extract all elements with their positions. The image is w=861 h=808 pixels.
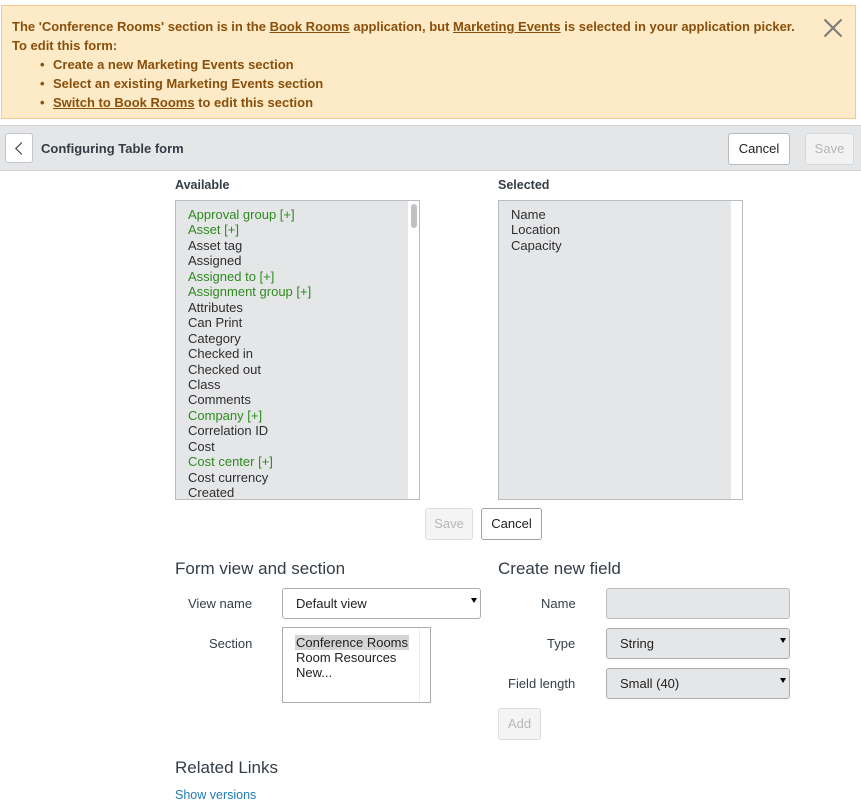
available-field-option[interactable]: Cost bbox=[188, 439, 311, 454]
back-button[interactable] bbox=[5, 133, 33, 163]
book-rooms-link[interactable]: Book Rooms bbox=[270, 19, 350, 34]
selected-field-option[interactable]: Location bbox=[511, 222, 562, 237]
available-field-option[interactable]: Approval group [+] bbox=[188, 207, 311, 222]
slushbucket-cancel-button[interactable]: Cancel bbox=[481, 508, 542, 540]
available-field-option[interactable]: Checked in bbox=[188, 346, 311, 361]
field-length-value: Small (40) bbox=[620, 676, 680, 691]
selected-fields-list[interactable]: Name Location Capacity bbox=[498, 200, 743, 500]
name-label: Name bbox=[541, 596, 576, 611]
available-field-option[interactable]: Cost currency bbox=[188, 470, 311, 485]
available-scrollbar[interactable] bbox=[408, 201, 419, 499]
banner-option-select: Select an existing Marketing Events sect… bbox=[40, 74, 812, 93]
available-field-option[interactable]: Class bbox=[188, 377, 311, 392]
view-name-select[interactable]: Default view bbox=[282, 588, 481, 619]
banner-option-switch: Switch to Book Rooms to edit this sectio… bbox=[40, 93, 812, 112]
available-field-option[interactable]: Category bbox=[188, 331, 311, 346]
section-option[interactable]: Room Resources bbox=[295, 650, 397, 665]
close-icon[interactable] bbox=[821, 16, 845, 40]
warning-banner: The 'Conference Rooms' section is in the… bbox=[1, 5, 856, 119]
create-field-heading: Create new field bbox=[498, 559, 621, 578]
form-header: Configuring Table form Cancel Save bbox=[0, 125, 861, 171]
available-fields-list[interactable]: Approval group [+] Asset [+] Asset tag Assi… bbox=[175, 200, 420, 500]
type-label: Type bbox=[547, 636, 576, 651]
marketing-events-link[interactable]: Marketing Events bbox=[453, 19, 561, 34]
section-label: Section bbox=[209, 636, 253, 651]
available-items: Approval group [+] Asset [+] Asset tag Assi… bbox=[188, 207, 311, 499]
type-value: String bbox=[620, 636, 654, 651]
banner-text-middle: application, but bbox=[349, 19, 454, 34]
available-field-option[interactable]: Asset tag bbox=[188, 238, 311, 253]
selected-label: Selected bbox=[498, 178, 550, 192]
page-title: Configuring Table form bbox=[41, 141, 184, 156]
view-name-value: Default view bbox=[296, 596, 367, 611]
header-save-button[interactable]: Save bbox=[805, 133, 854, 165]
view-name-label: View name bbox=[188, 596, 253, 611]
dropdown-arrow-icon bbox=[780, 638, 786, 643]
add-field-button[interactable]: Add bbox=[498, 708, 541, 740]
show-versions-link[interactable]: Show versions bbox=[175, 788, 256, 802]
available-field-option[interactable]: Can Print bbox=[188, 315, 311, 330]
selected-scrollbar[interactable] bbox=[731, 201, 742, 499]
available-field-option[interactable]: Comments bbox=[188, 392, 311, 407]
banner-options-list: Create a new Marketing Events section Se… bbox=[12, 55, 812, 112]
available-field-option[interactable]: Assignment group [+] bbox=[188, 284, 311, 299]
available-field-option[interactable]: Correlation ID bbox=[188, 423, 311, 438]
field-length-select[interactable]: Small (40) bbox=[606, 668, 790, 699]
section-option[interactable]: Conference Rooms bbox=[295, 635, 409, 650]
slushbucket-save-button[interactable]: Save bbox=[425, 508, 473, 540]
available-field-option[interactable]: Created bbox=[188, 485, 311, 499]
switch-to-book-rooms-link[interactable]: Switch to Book Rooms bbox=[53, 95, 195, 110]
field-name-input[interactable] bbox=[606, 588, 790, 619]
available-field-option[interactable]: Assigned bbox=[188, 253, 311, 268]
header-cancel-button[interactable]: Cancel bbox=[728, 133, 790, 165]
banner-switch-suffix: to edit this section bbox=[194, 95, 314, 110]
section-option[interactable]: New... bbox=[295, 665, 333, 680]
available-field-option[interactable]: Asset [+] bbox=[188, 222, 311, 237]
available-field-option[interactable]: Attributes bbox=[188, 300, 311, 315]
form-view-heading: Form view and section bbox=[175, 559, 346, 578]
related-links-heading: Related Links bbox=[175, 758, 279, 777]
available-field-option[interactable]: Company [+] bbox=[188, 408, 311, 423]
available-label: Available bbox=[175, 178, 230, 192]
type-select[interactable]: String bbox=[606, 628, 790, 659]
scrollbar-thumb[interactable] bbox=[411, 204, 417, 228]
selected-items: Name Location Capacity bbox=[511, 207, 562, 253]
available-field-option[interactable]: Checked out bbox=[188, 362, 311, 377]
selected-field-option[interactable]: Name bbox=[511, 207, 562, 222]
section-list[interactable]: Conference Rooms Room Resources New... bbox=[282, 627, 431, 703]
available-field-option[interactable]: Assigned to [+] bbox=[188, 269, 311, 284]
field-length-label: Field length bbox=[508, 676, 576, 691]
dropdown-arrow-icon bbox=[471, 598, 477, 603]
banner-option-create: Create a new Marketing Events section bbox=[40, 55, 812, 74]
dropdown-arrow-icon bbox=[780, 678, 786, 683]
section-scrollbar[interactable] bbox=[419, 628, 430, 702]
available-field-option[interactable]: Cost center [+] bbox=[188, 454, 311, 469]
banner-message: The 'Conference Rooms' section is in the… bbox=[12, 17, 812, 112]
banner-text-prefix: The 'Conference Rooms' section is in the bbox=[12, 19, 270, 34]
selected-field-option[interactable]: Capacity bbox=[511, 238, 562, 253]
